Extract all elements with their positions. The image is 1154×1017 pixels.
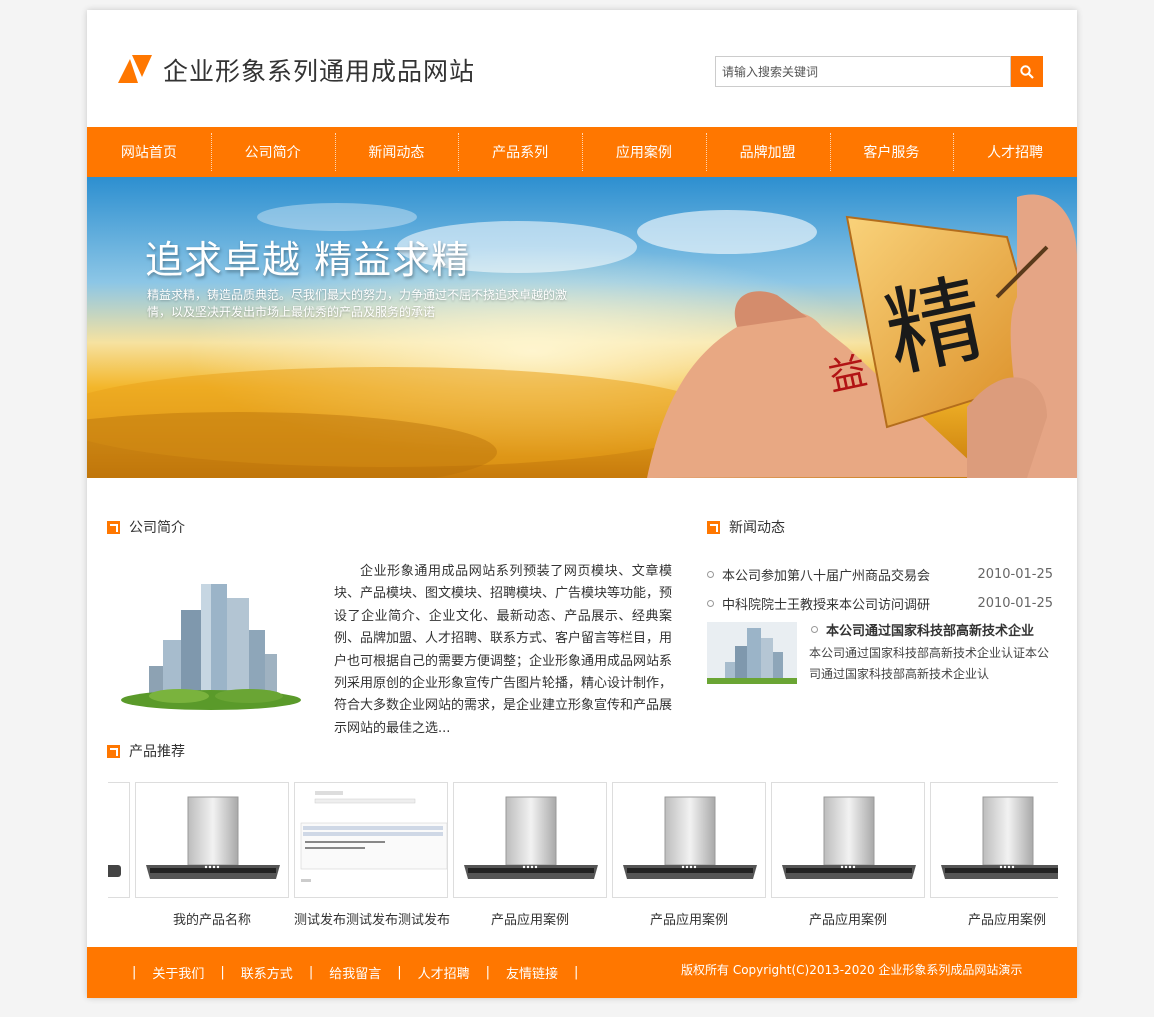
footer-separator: | (132, 965, 137, 980)
product-name[interactable]: 产品应用案例 (771, 909, 925, 928)
product-card[interactable]: 测试发布测试发布测试发布 (294, 782, 450, 928)
footer-link-friends[interactable]: 友情链接 (506, 963, 558, 982)
footer-separator: | (397, 965, 402, 980)
product-name[interactable]: 我的产品名称 (135, 909, 289, 928)
search-input[interactable] (715, 56, 1011, 87)
news-feature-image[interactable] (707, 622, 797, 684)
range-hood-image (464, 796, 598, 879)
product-card[interactable]: 产品应用案例 (771, 782, 925, 928)
circle-bullet-icon (707, 600, 714, 607)
footer-link-about[interactable]: 关于我们 (152, 963, 204, 982)
product-carousel[interactable]: 我的产品名称 测试发布测试发布测试发布 产品应用案例 产品应用案例 产品应用案例… (108, 782, 1058, 932)
product-image[interactable] (135, 782, 289, 898)
nav-item-service[interactable]: 客户服务 (829, 127, 954, 177)
circle-bullet-icon (707, 571, 714, 578)
product-card[interactable] (108, 782, 130, 898)
arrow-up-right-icon (107, 520, 120, 534)
news-feature-title-text[interactable]: 本公司通过国家科技部高新技术企业 (826, 620, 1034, 639)
footer-link-message[interactable]: 给我留言 (329, 963, 381, 982)
hero-banner[interactable]: 精 益 追求卓越 精益求精 精益求精，铸造品质典范。尽我们最大的努力，力争通过不… (87, 177, 1077, 478)
nav-item-news[interactable]: 新闻动态 (334, 127, 459, 177)
product-image[interactable] (612, 782, 766, 898)
copyright: 版权所有 Copyright(C)2013-2020 企业形象系列成品网站演示 (681, 963, 1023, 977)
product-name[interactable]: 产品应用案例 (612, 909, 766, 928)
banner-title: 追求卓越 精益求精 (145, 238, 471, 282)
product-image[interactable] (294, 782, 448, 898)
footer: | 关于我们 | 联系方式 | 给我留言 | 人才招聘 | 友情链接 | 版权所… (87, 947, 1077, 998)
footer-link-contact[interactable]: 联系方式 (241, 963, 293, 982)
search-button[interactable] (1011, 56, 1043, 87)
products-heading[interactable]: 产品推荐 (107, 741, 185, 761)
header: 企业形象系列通用成品网站 (87, 10, 1077, 127)
product-card[interactable]: 产品应用案例 (453, 782, 607, 928)
about-building-image[interactable] (119, 570, 303, 710)
footer-link-jobs[interactable]: 人才招聘 (418, 963, 470, 982)
footer-links: | 关于我们 | 联系方式 | 给我留言 | 人才招聘 | 友情链接 | (123, 947, 587, 998)
search-box (715, 56, 1043, 87)
products-heading-label: 产品推荐 (129, 744, 185, 760)
product-card[interactable]: 我的产品名称 (135, 782, 289, 928)
range-hood-image (623, 796, 757, 879)
site-title: 企业形象系列通用成品网站 (163, 57, 476, 86)
search-icon (1020, 64, 1034, 79)
news-feature-text: 本公司通过国家科技部高新技术企业认证本公司通过国家科技部高新技术企业认 (809, 646, 1050, 681)
circle-bullet-icon (811, 626, 818, 633)
nav-item-franchise[interactable]: 品牌加盟 (705, 127, 830, 177)
banner-background: 精 益 (87, 177, 1077, 478)
range-hood-image (941, 796, 1058, 879)
news-feature-title[interactable]: 本公司通过国家科技部高新技术企业 (811, 620, 1034, 639)
footer-separator: | (485, 965, 491, 980)
product-card[interactable]: 产品应用案例 (612, 782, 766, 928)
product-name[interactable]: 产品应用案例 (930, 909, 1058, 928)
nav-item-jobs[interactable]: 人才招聘 (953, 127, 1077, 177)
about-text: 企业形象通用成品网站系列预装了网页模块、文章模块、产品模块、图文模块、招聘模块、… (334, 564, 673, 736)
news-heading[interactable]: 新闻动态 (707, 517, 785, 537)
arrow-up-right-icon (707, 520, 720, 534)
news-item-title[interactable]: 中科院院士王教授来本公司访问调研 (722, 594, 930, 613)
news-list: 本公司参加第八十届广州商品交易会 2010-01-25 中科院院士王教授来本公司… (707, 560, 1053, 618)
news-heading-label: 新闻动态 (729, 520, 785, 536)
product-name[interactable]: 测试发布测试发布测试发布 (294, 909, 450, 928)
about-heading[interactable]: 公司简介 (107, 517, 185, 537)
nav-item-products[interactable]: 产品系列 (458, 127, 582, 177)
range-hood-image (108, 865, 121, 877)
page-container: 企业形象系列通用成品网站 网站首页 公司简介 新闻动态 产品系列 应用案例 品牌… (87, 10, 1077, 998)
nav-item-cases[interactable]: 应用案例 (582, 127, 706, 177)
range-hood-image (782, 796, 916, 879)
range-hood-image (146, 796, 280, 879)
nav-item-about[interactable]: 公司简介 (210, 127, 335, 177)
news-item[interactable]: 本公司参加第八十届广州商品交易会 2010-01-25 (707, 560, 1053, 589)
nav-item-home[interactable]: 网站首页 (87, 127, 211, 177)
about-heading-label: 公司简介 (129, 520, 185, 536)
product-card[interactable]: 产品应用案例 (930, 782, 1058, 928)
arrow-up-right-icon (107, 744, 120, 758)
footer-separator: | (220, 965, 225, 980)
news-item-date: 2010-01-25 (977, 596, 1053, 611)
product-image[interactable] (108, 782, 130, 898)
main-nav: 网站首页 公司简介 新闻动态 产品系列 应用案例 品牌加盟 客户服务 人才招聘 (87, 127, 1077, 177)
banner-description: 精益求精，铸造品质典范。尽我们最大的努力，力争通过不屈不挠追求卓越的激情，以及坚… (147, 288, 568, 319)
product-image[interactable] (930, 782, 1058, 898)
news-item-title[interactable]: 本公司参加第八十届广州商品交易会 (722, 565, 930, 584)
orange-logo-icon[interactable] (118, 55, 152, 83)
footer-separator: | (308, 965, 314, 980)
form-screenshot-image (295, 783, 447, 897)
product-name[interactable]: 产品应用案例 (453, 909, 607, 928)
news-item[interactable]: 中科院院士王教授来本公司访问调研 2010-01-25 (707, 589, 1053, 618)
product-image[interactable] (453, 782, 607, 898)
footer-separator: | (574, 965, 579, 980)
product-image[interactable] (771, 782, 925, 898)
news-item-date: 2010-01-25 (977, 567, 1053, 582)
